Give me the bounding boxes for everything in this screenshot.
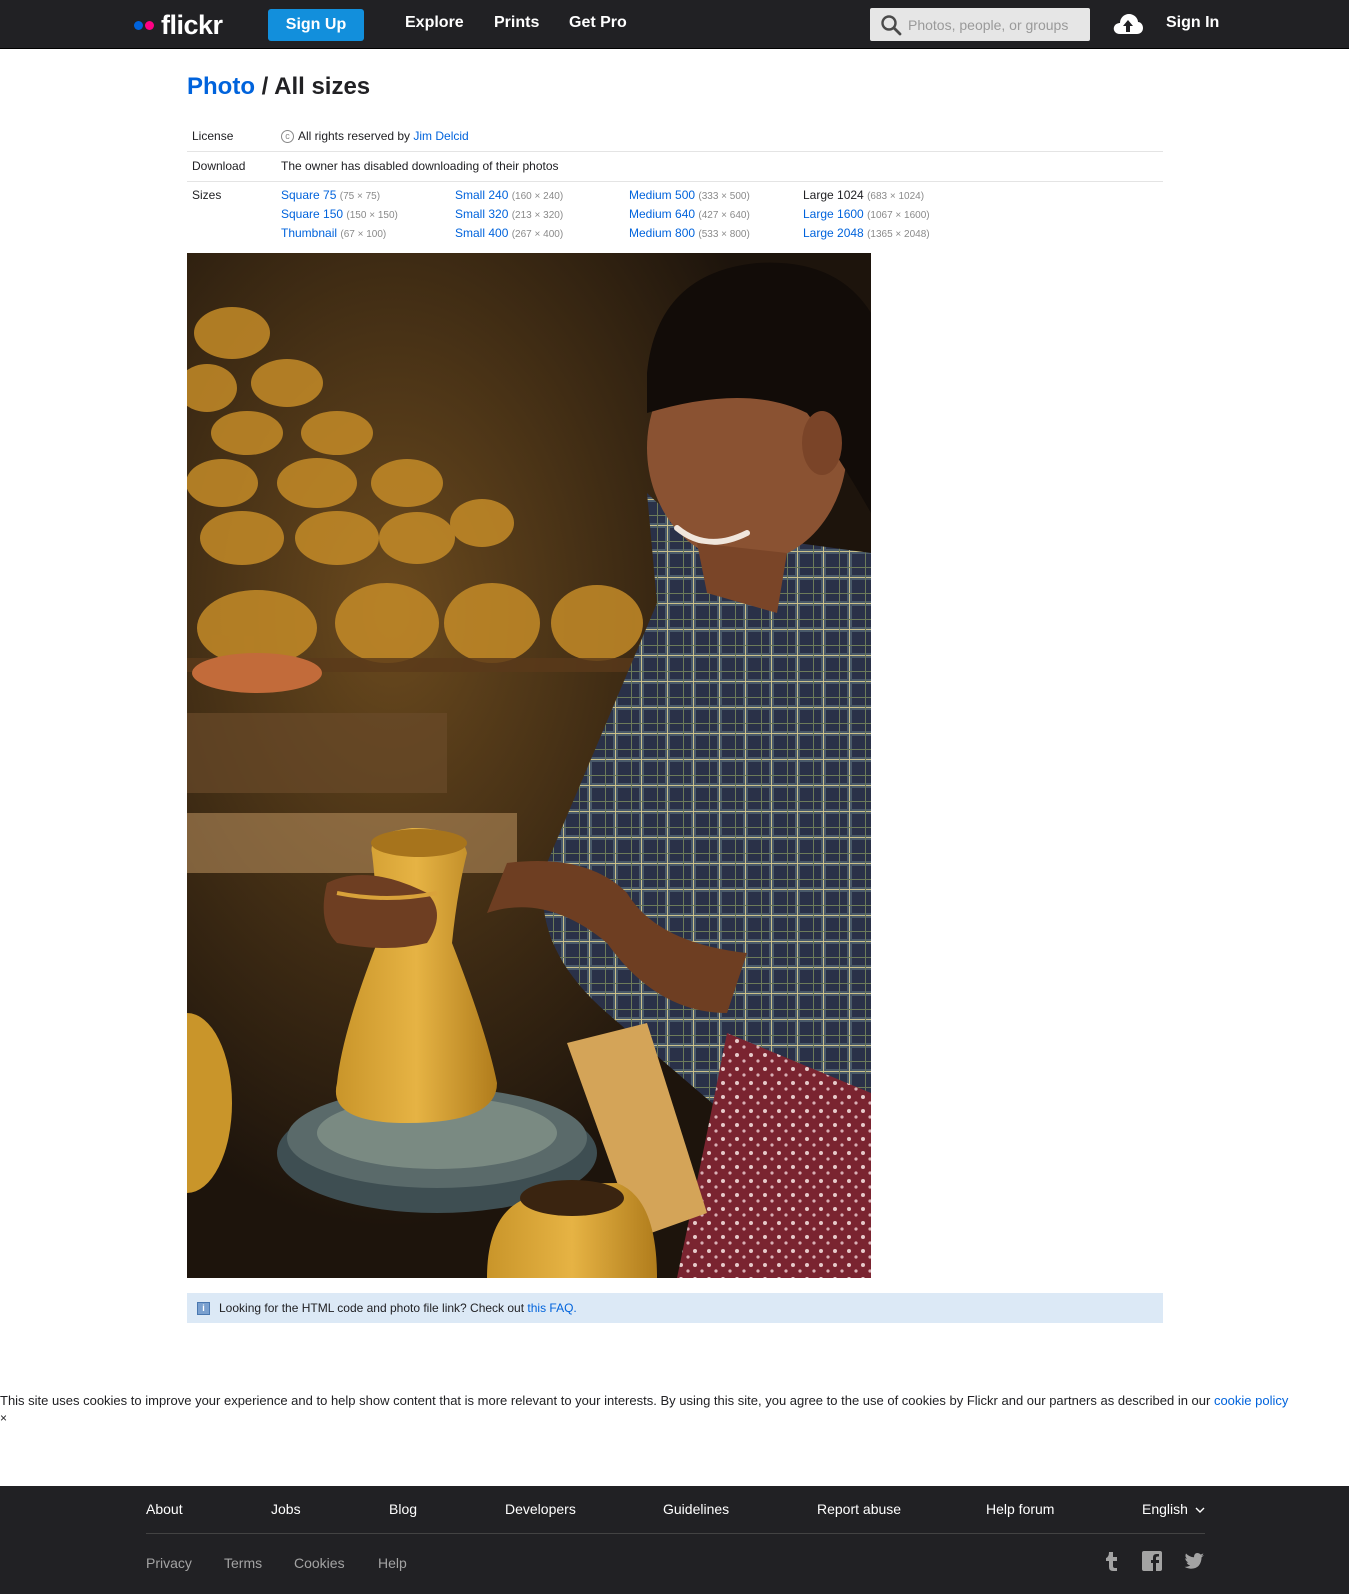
footer-about[interactable]: About: [146, 1501, 183, 1517]
download-row: Download The owner has disabled download…: [187, 152, 1163, 182]
sign-in-link[interactable]: Sign In: [1166, 14, 1219, 32]
size-dimensions: (75 × 75): [339, 191, 381, 202]
language-selector[interactable]: English: [1142, 1501, 1205, 1517]
language-label: English: [1142, 1501, 1188, 1517]
photo-info-table: License c All rights reserved by Jim Del…: [187, 122, 1163, 242]
footer-guidelines[interactable]: Guidelines: [663, 1501, 729, 1517]
size-option: Large 2048 (1365 × 2048): [803, 226, 977, 242]
footer-terms[interactable]: Terms: [224, 1555, 262, 1571]
footer-privacy[interactable]: Privacy: [146, 1555, 192, 1571]
size-link[interactable]: Medium 800: [629, 226, 695, 240]
download-label: Download: [192, 159, 246, 173]
sizes-label: Sizes: [192, 188, 222, 202]
size-option: Medium 500 (333 × 500): [629, 188, 803, 204]
size-option: Medium 640 (427 × 640): [629, 207, 803, 223]
footer-report-abuse[interactable]: Report abuse: [817, 1501, 901, 1517]
size-dimensions: (1365 × 2048): [867, 229, 930, 240]
facebook-icon[interactable]: [1141, 1550, 1163, 1572]
size-option: Thumbnail (67 × 100): [281, 226, 455, 242]
breadcrumb-current: All sizes: [274, 73, 371, 100]
size-option: Large 1600 (1067 × 1600): [803, 207, 977, 223]
size-option: Square 75 (75 × 75): [281, 188, 455, 204]
size-option: Large 1024 (683 × 1024): [803, 188, 977, 204]
logo-blue-dot: [134, 20, 143, 30]
footer-links-bar: About Jobs Blog Developers Guidelines Re…: [146, 1486, 1205, 1534]
size-link[interactable]: Small 320: [455, 207, 508, 221]
cookie-notice: This site uses cookies to improve your e…: [0, 1392, 1349, 1426]
sizes-grid: Square 75 (75 × 75) Small 240 (160 × 240)…: [281, 188, 977, 242]
footer-cookies[interactable]: Cookies: [294, 1555, 345, 1571]
size-dimensions: (67 × 100): [340, 229, 387, 240]
breadcrumb-separator: /: [254, 73, 275, 100]
cookie-policy-link[interactable]: cookie policy: [1214, 1393, 1288, 1408]
license-label: License: [192, 129, 234, 143]
size-option: Small 400 (267 × 400): [455, 226, 629, 242]
search-icon: [881, 14, 902, 35]
size-dimensions: (427 × 640): [698, 210, 750, 221]
logo-wordmark: flickr: [161, 9, 223, 40]
upload-cloud-icon[interactable]: [1112, 12, 1144, 36]
size-dimensions: (333 × 500): [698, 191, 750, 202]
size-option: Small 320 (213 × 320): [455, 207, 629, 223]
size-dimensions: (683 × 1024): [867, 191, 925, 202]
size-link[interactable]: Medium 500: [629, 188, 695, 202]
sizes-row: Sizes Square 75 (75 × 75) Small 240 (160 …: [187, 182, 1163, 242]
footer-blog[interactable]: Blog: [389, 1501, 417, 1517]
owner-link[interactable]: Jim Delcid: [413, 122, 468, 151]
tumblr-icon[interactable]: [1101, 1550, 1123, 1572]
size-link[interactable]: Thumbnail: [281, 226, 337, 240]
photo-image: [187, 253, 871, 1278]
size-dimensions: (160 × 240): [511, 191, 564, 202]
size-link[interactable]: Square 150: [281, 207, 343, 221]
size-option: Medium 800 (533 × 800): [629, 226, 803, 242]
breadcrumb-photo-link[interactable]: Photo: [187, 73, 255, 100]
footer-developers[interactable]: Developers: [505, 1501, 576, 1517]
twitter-icon[interactable]: [1183, 1550, 1205, 1572]
nav-explore[interactable]: Explore: [405, 14, 464, 32]
logo-pink-dot: [145, 20, 154, 30]
footer-help-forum[interactable]: Help forum: [986, 1501, 1054, 1517]
size-dimensions: (267 × 400): [511, 229, 564, 240]
copyright-icon: c: [281, 130, 294, 143]
faq-text: Looking for the HTML code and photo file…: [219, 1301, 525, 1315]
search-placeholder: Photos, people, or groups: [908, 16, 1069, 33]
license-text: All rights reserved by: [298, 129, 411, 143]
site-footer: About Jobs Blog Developers Guidelines Re…: [0, 1486, 1349, 1594]
faq-banner: i Looking for the HTML code and photo fi…: [187, 1293, 1163, 1323]
search-box[interactable]: Photos, people, or groups: [870, 8, 1090, 41]
faq-link[interactable]: this FAQ.: [527, 1301, 576, 1315]
size-dimensions: (1067 × 1600): [867, 210, 930, 221]
info-icon: i: [197, 1301, 210, 1315]
license-row: License c All rights reserved by Jim Del…: [187, 122, 1163, 152]
size-link[interactable]: Large 2048: [803, 226, 864, 240]
size-dimensions: (213 × 320): [511, 210, 564, 221]
chevron-down-icon: [1195, 1507, 1205, 1513]
size-link[interactable]: Small 240: [455, 188, 508, 202]
size-link[interactable]: Medium 640: [629, 207, 695, 221]
size-link: Large 1024: [803, 188, 864, 202]
size-dimensions: (150 × 150): [346, 210, 398, 221]
download-text: The owner has disabled downloading of th…: [281, 159, 559, 173]
nav-get-pro[interactable]: Get Pro: [569, 14, 627, 32]
nav-prints[interactable]: Prints: [494, 14, 539, 32]
sign-up-button[interactable]: Sign Up: [268, 9, 364, 41]
footer-jobs[interactable]: Jobs: [271, 1501, 301, 1517]
size-link[interactable]: Square 75: [281, 188, 336, 202]
size-dimensions: (533 × 800): [698, 229, 750, 240]
size-option: Small 240 (160 × 240): [455, 188, 629, 204]
top-navigation-bar: flickr Sign Up Explore Prints Get Pro Ph…: [0, 0, 1349, 49]
cookie-close-button[interactable]: ×: [0, 1410, 1349, 1426]
size-link[interactable]: Small 400: [455, 226, 508, 240]
footer-help[interactable]: Help: [378, 1555, 407, 1571]
flickr-logo[interactable]: flickr: [134, 10, 223, 40]
size-link[interactable]: Large 1600: [803, 207, 864, 221]
page-title: Photo / All sizes: [187, 73, 370, 101]
size-option: Square 150 (150 × 150): [281, 207, 455, 223]
cookie-text: This site uses cookies to improve your e…: [0, 1393, 1214, 1408]
